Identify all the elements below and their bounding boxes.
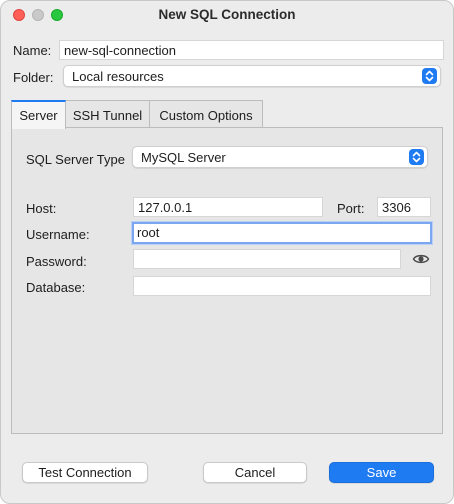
password-field[interactable] [133, 249, 401, 269]
test-connection-button[interactable]: Test Connection [22, 462, 148, 483]
folder-select-value: Local resources [72, 69, 164, 84]
connection-window: New SQL Connection Name: new-sql-connect… [0, 0, 454, 504]
tab-ssh-tunnel-label: SSH Tunnel [72, 108, 143, 123]
cancel-button[interactable]: Cancel [203, 462, 307, 483]
host-label: Host: [26, 201, 57, 216]
tab-server-label: Server [19, 108, 58, 123]
save-button[interactable]: Save [329, 462, 434, 483]
password-label: Password: [26, 254, 87, 269]
name-field[interactable]: new-sql-connection [59, 40, 444, 60]
chevron-updown-icon [409, 149, 424, 165]
server-type-label: SQL Server Type [26, 152, 125, 167]
port-field[interactable]: 3306 [377, 197, 431, 217]
database-label: Database: [26, 280, 86, 295]
server-type-value: MySQL Server [141, 150, 226, 165]
port-label: Port: [337, 201, 365, 216]
folder-select[interactable]: Local resources [63, 65, 441, 87]
title-bar: New SQL Connection [1, 1, 453, 29]
eye-icon[interactable] [412, 251, 430, 267]
tab-custom-options[interactable]: Custom Options [149, 100, 263, 129]
host-field[interactable]: 127.0.0.1 [133, 197, 323, 217]
username-label: Username: [26, 227, 90, 242]
window-title: New SQL Connection [158, 7, 296, 22]
username-field[interactable]: root [132, 222, 432, 244]
tab-server[interactable]: Server [11, 100, 66, 129]
folder-label: Folder: [13, 70, 54, 85]
chevron-updown-icon [422, 68, 437, 84]
database-field[interactable] [133, 276, 431, 296]
tab-custom-options-label: Custom Options [159, 108, 253, 123]
name-label: Name: [13, 43, 52, 58]
server-type-select[interactable]: MySQL Server [132, 146, 428, 168]
tab-ssh-tunnel[interactable]: SSH Tunnel [65, 100, 150, 129]
